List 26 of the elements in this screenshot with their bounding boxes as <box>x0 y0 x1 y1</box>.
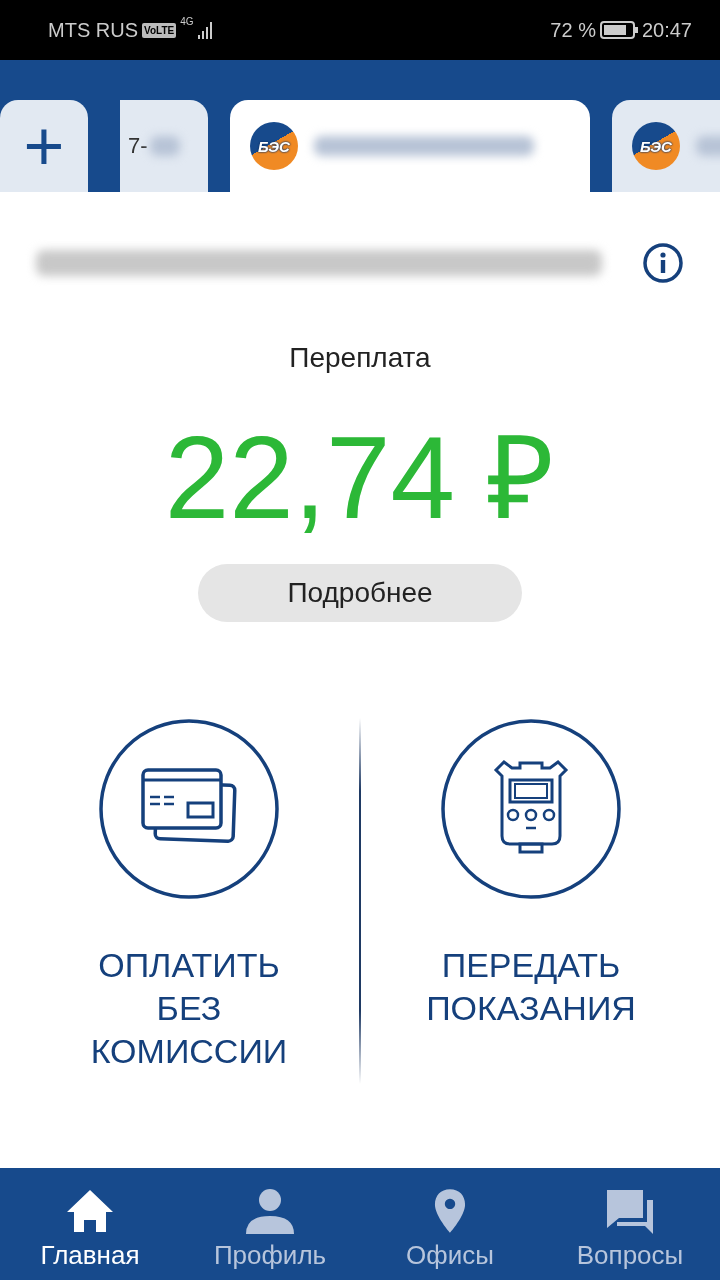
meter-icon <box>440 718 622 900</box>
blurred-text <box>149 136 180 156</box>
volte-badge: VoLTE <box>142 22 177 38</box>
add-tab[interactable]: + <box>0 100 88 192</box>
nav-tab[interactable]: Вопросы <box>540 1168 720 1280</box>
battery-percent: 72 % <box>550 18 596 42</box>
action-button[interactable]: ОПЛАТИТЬ БЕЗ КОМИССИИ <box>19 718 359 1084</box>
balance-label: Переплата <box>289 342 431 374</box>
nav-tab[interactable]: Главная <box>0 1168 180 1280</box>
nav-tab[interactable]: Профиль <box>180 1168 360 1280</box>
location-pin-icon <box>434 1188 466 1234</box>
clock: 20:47 <box>641 18 692 42</box>
battery-icon <box>599 21 638 39</box>
nav-tab[interactable]: Офисы <box>360 1168 540 1280</box>
person-icon <box>245 1188 295 1234</box>
network-type: 4G <box>180 16 194 27</box>
account-tab[interactable]: 7- <box>120 100 208 192</box>
details-button[interactable]: Подробнее <box>198 564 522 622</box>
info-icon[interactable] <box>642 242 684 284</box>
carrier-name: MTS RUS <box>48 18 138 42</box>
cards-icon <box>98 718 280 900</box>
balance-amount: 22,74 ₽ <box>164 420 556 536</box>
action-button[interactable]: ПЕРЕДАТЬ ПОКАЗАНИЯ <box>361 718 701 1084</box>
signal-icon <box>197 21 214 39</box>
chat-icon <box>605 1188 655 1234</box>
home-icon <box>65 1188 115 1234</box>
